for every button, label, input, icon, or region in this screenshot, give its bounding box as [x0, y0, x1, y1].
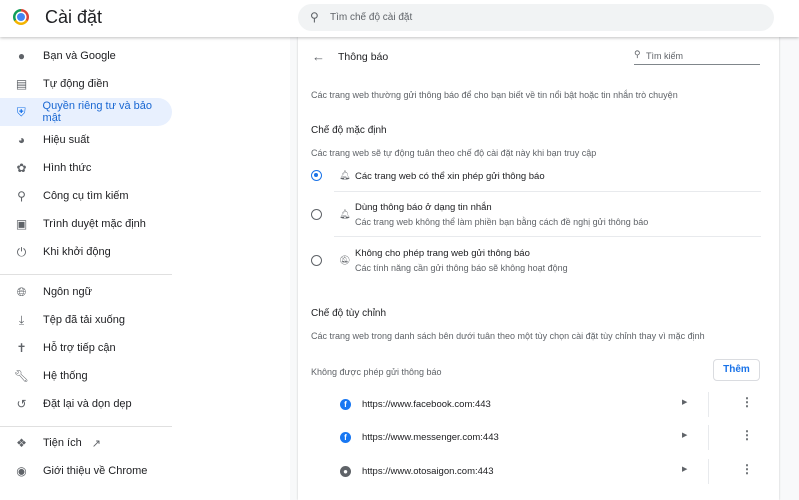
- sidebar-item-on-startup[interactable]: ⏻ Khi khởi động: [0, 238, 172, 266]
- radio-quiet-messaging[interactable]: [311, 209, 322, 220]
- sidebar-divider: [0, 274, 172, 275]
- sidebar-item-default-browser[interactable]: ▣ Trình duyệt mặc định: [0, 210, 172, 238]
- sidebar-item-reset[interactable]: ↺ Đặt lại và dọn dẹp: [0, 390, 172, 418]
- sidebar-item-system[interactable]: 🔧︎ Hệ thống: [0, 362, 172, 390]
- sidebar-item-privacy[interactable]: ⛨ Quyền riêng tư và bảo mật: [0, 98, 172, 126]
- browser-icon: ▣: [15, 217, 28, 231]
- chrome-icon: ◉: [16, 464, 27, 478]
- divider: [708, 425, 709, 450]
- person-icon: ●: [17, 49, 26, 63]
- more-vert-icon[interactable]: ⋮: [741, 395, 753, 409]
- search-icon: ⚲: [634, 49, 641, 59]
- search-placeholder: Tìm kiếm: [646, 51, 683, 61]
- sidebar-item-extensions[interactable]: ❖ Tiện ích ↗: [0, 429, 172, 457]
- bell-icon: 🔔︎: [339, 209, 351, 219]
- chevron-right-icon[interactable]: ▶: [682, 398, 687, 406]
- custom-description: Các trang web trong danh sách bên dưới t…: [311, 331, 705, 341]
- top-bar: Cài đặt ⚲ Tìm chế độ cài đặt: [0, 0, 799, 37]
- sidebar-item-search-engine[interactable]: ⚲ Công cụ tìm kiếm: [0, 182, 172, 210]
- search-icon: ⚲: [17, 189, 26, 203]
- restore-icon: ↺: [16, 397, 27, 411]
- sidebar-item-label: Đặt lại và dọn dẹp: [43, 398, 132, 410]
- sidebar-item-performance[interactable]: ◕ Hiệu suất: [0, 126, 172, 154]
- blocked-label: Không được phép gửi thông báo: [311, 367, 442, 377]
- option-label: Các trang web có thể xin phép gửi thông …: [355, 171, 545, 182]
- sidebar-item-label: Hình thức: [43, 162, 92, 174]
- option-sublabel: Các trang web không thể làm phiền bạn bằ…: [355, 217, 649, 227]
- site-url: https://www.otosaigon.com:443: [362, 466, 494, 477]
- globe-icon: ●: [340, 466, 351, 477]
- sidebar-item-label: Bạn và Google: [43, 50, 116, 62]
- sidebar-item-about-chrome[interactable]: ◉ Giới thiệu về Chrome: [0, 457, 172, 485]
- palette-icon: ✿: [16, 161, 27, 175]
- sidebar-item-label: Hiệu suất: [43, 134, 90, 146]
- site-row[interactable]: f https://www.facebook.com:443 ▶ ⋮: [298, 388, 779, 421]
- sidebar-item-appearance[interactable]: ✿ Hình thức: [0, 154, 172, 182]
- more-vert-icon[interactable]: ⋮: [741, 428, 753, 442]
- description: Các trang web thường gửi thông báo để ch…: [311, 90, 678, 100]
- radio-allow-ask[interactable]: [311, 170, 322, 181]
- custom-heading: Chế độ tùy chỉnh: [311, 308, 387, 319]
- sidebar-item-label: Trình duyệt mặc định: [43, 218, 146, 230]
- notifications-panel: ← Thông báo ⚲ Tìm kiếm Các trang web thư…: [298, 37, 779, 500]
- power-icon: ⏻: [16, 244, 27, 259]
- bell-off-icon: 🔕︎: [339, 255, 351, 265]
- site-url: https://www.facebook.com:443: [362, 399, 491, 410]
- default-description: Các trang web sẽ tự động tuân theo chế đ…: [311, 148, 597, 158]
- default-heading: Chế độ mặc định: [311, 125, 387, 136]
- wrench-icon: 🔧︎: [13, 369, 30, 383]
- search-placeholder: Tìm chế độ cài đặt: [330, 12, 413, 23]
- divider: [708, 459, 709, 484]
- speedometer-icon: ◕: [17, 133, 26, 147]
- sidebar-item-you-and-google[interactable]: ● Bạn và Google: [0, 42, 172, 70]
- sidebar-item-label: Giới thiệu về Chrome: [43, 465, 148, 477]
- option-label: Dùng thông báo ở dạng tin nhắn: [355, 202, 492, 213]
- bell-icon: 🔔︎: [339, 170, 351, 180]
- site-url: https://www.messenger.com:443: [362, 432, 499, 443]
- sidebar-item-label: Hỗ trợ tiếp cận: [43, 342, 116, 354]
- sidebar-divider: [0, 426, 172, 427]
- sidebar-item-label: Tệp đã tải xuống: [43, 314, 125, 326]
- sidebar-item-label: Hệ thống: [43, 370, 88, 382]
- section-title: Thông báo: [338, 51, 389, 63]
- sidebar-item-label: Tiện ích: [43, 437, 82, 449]
- sidebar-item-downloads[interactable]: ⤓ Tệp đã tải xuống: [0, 306, 172, 334]
- sidebar-item-label: Ngôn ngữ: [43, 286, 92, 298]
- option-label: Không cho phép trang web gửi thông báo: [355, 248, 530, 259]
- divider: [334, 236, 761, 237]
- shield-icon: ⛨: [16, 104, 26, 119]
- chevron-right-icon[interactable]: ▶: [682, 465, 687, 473]
- sidebar-item-label: Tự động điền: [43, 78, 109, 90]
- sidebar-item-label: Khi khởi động: [43, 246, 111, 258]
- chrome-logo-icon: [13, 9, 29, 25]
- back-arrow-icon[interactable]: ←: [312, 49, 325, 64]
- site-row[interactable]: f https://www.messenger.com:443 ▶ ⋮: [298, 421, 779, 454]
- puzzle-icon: ❖: [16, 436, 27, 450]
- divider: [334, 191, 761, 192]
- page-title: Cài đặt: [45, 7, 103, 27]
- sidebar-item-accessibility[interactable]: ✝ Hỗ trợ tiếp cận: [0, 334, 172, 362]
- clipboard-icon: ▤: [15, 77, 28, 91]
- sidebar-item-label: Quyền riêng tư và bảo mật: [42, 100, 153, 124]
- radio-block[interactable]: [311, 255, 322, 266]
- sidebar-item-autofill[interactable]: ▤ Tự động điền: [0, 70, 172, 98]
- search-icon: ⚲: [310, 10, 319, 24]
- option-sublabel: Các tính năng cần gửi thông báo sẽ không…: [355, 263, 568, 273]
- globe-icon: 🌐︎: [16, 284, 27, 299]
- external-link-icon: ↗: [91, 437, 101, 450]
- site-row[interactable]: ● https://www.otosaigon.com:443 ▶ ⋮: [298, 455, 779, 488]
- sidebar-item-label: Công cụ tìm kiếm: [43, 190, 129, 202]
- download-icon: ⤓: [18, 312, 25, 327]
- facebook-icon: f: [340, 432, 351, 443]
- accessibility-icon: ✝: [16, 341, 27, 355]
- facebook-icon: f: [340, 399, 351, 410]
- add-button[interactable]: Thêm: [713, 359, 760, 381]
- more-vert-icon[interactable]: ⋮: [741, 462, 753, 476]
- divider: [708, 392, 709, 417]
- sidebar: ● Bạn và Google ▤ Tự động điền ⛨ Quyền riên…: [0, 37, 290, 500]
- settings-search-input[interactable]: ⚲ Tìm chế độ cài đặt: [298, 4, 774, 31]
- sidebar-item-languages[interactable]: 🌐︎ Ngôn ngữ: [0, 278, 172, 306]
- chevron-right-icon[interactable]: ▶: [682, 431, 687, 439]
- notifications-search-input[interactable]: ⚲ Tìm kiếm: [634, 47, 760, 65]
